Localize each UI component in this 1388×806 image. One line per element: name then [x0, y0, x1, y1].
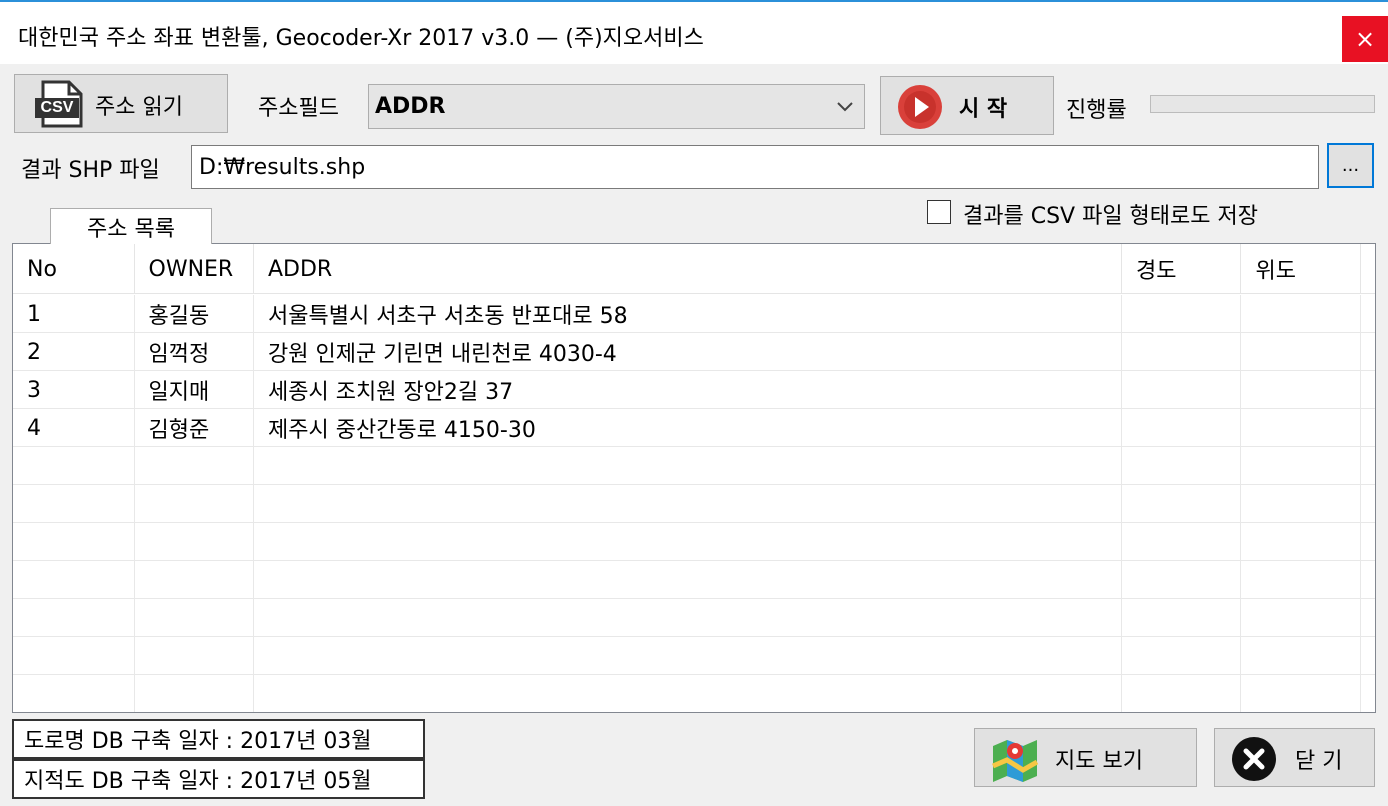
empty-row: [13, 599, 1375, 637]
empty-row: [13, 523, 1375, 561]
play-icon: [897, 84, 943, 136]
map-icon: [991, 736, 1039, 790]
close-button[interactable]: 닫 기: [1214, 728, 1375, 787]
ellipsis-icon: ...: [1341, 155, 1360, 176]
output-path-input[interactable]: D:₩results.shp: [191, 145, 1319, 189]
save-csv-checkbox[interactable]: [927, 200, 951, 224]
tab-address-list-label: 주소 목록: [87, 216, 175, 242]
address-table[interactable]: No OWNER ADDR 경도 위도 1 홍길동 서울특별시 서초구 서초동 …: [12, 243, 1376, 713]
address-field-select[interactable]: ADDR: [368, 84, 865, 129]
map-view-label: 지도 보기: [1055, 749, 1143, 774]
empty-row: [13, 447, 1375, 485]
cadastral-db-date-text: 지적도 DB 구축 일자 : 2017년 05월: [24, 769, 372, 794]
cell-latitude: [1241, 371, 1361, 409]
empty-row: [13, 675, 1375, 712]
cell-longitude: [1122, 409, 1242, 447]
cell-no: 3: [13, 371, 135, 409]
cell-no: 4: [13, 409, 135, 447]
browse-button[interactable]: ...: [1327, 143, 1374, 188]
cell-no: 2: [13, 333, 135, 371]
window-title: 대한민국 주소 좌표 변환툴, Geocoder-Xr 2017 v3.0 — …: [18, 26, 704, 51]
read-address-label: 주소 읽기: [95, 95, 183, 120]
empty-row: [13, 637, 1375, 675]
cell-addr: 서울특별시 서초구 서초동 반포대로 58: [254, 295, 1122, 333]
cell-no: 1: [13, 295, 135, 333]
empty-row: [13, 485, 1375, 523]
table-row[interactable]: 3 일지매 세종시 조치원 장안2길 37: [13, 371, 1375, 409]
column-header-filler: [1361, 244, 1375, 294]
chevron-down-icon: [834, 93, 856, 125]
tab-address-list[interactable]: 주소 목록: [50, 208, 212, 244]
title-bar: 대한민국 주소 좌표 변환툴, Geocoder-Xr 2017 v3.0 — …: [0, 0, 1388, 64]
column-header-addr[interactable]: ADDR: [254, 244, 1122, 294]
csv-icon-label: CSV: [40, 99, 74, 116]
progress-label: 진행률: [1066, 98, 1127, 123]
table-header: No OWNER ADDR 경도 위도: [13, 244, 1375, 294]
cell-latitude: [1241, 409, 1361, 447]
column-header-owner[interactable]: OWNER: [135, 244, 254, 294]
read-address-button[interactable]: CSV 주소 읽기: [14, 74, 228, 133]
window-close-button[interactable]: ×: [1342, 16, 1388, 62]
close-label: 닫 기: [1295, 749, 1343, 774]
cell-filler: [1361, 371, 1375, 409]
cell-longitude: [1122, 371, 1242, 409]
start-label: 시 작: [959, 97, 1008, 122]
cell-owner: 임꺽정: [135, 333, 254, 371]
empty-row: [13, 561, 1375, 599]
cell-latitude: [1241, 295, 1361, 333]
table-row[interactable]: 4 김형준 제주시 중산간동로 4150-30: [13, 409, 1375, 447]
output-file-label: 결과 SHP 파일: [21, 158, 160, 183]
progress-bar: [1150, 95, 1375, 113]
cell-addr: 제주시 중산간동로 4150-30: [254, 409, 1122, 447]
cell-addr: 세종시 조치원 장안2길 37: [254, 371, 1122, 409]
output-path-value: D:₩results.shp: [199, 154, 366, 180]
cell-filler: [1361, 333, 1375, 371]
csv-file-icon: CSV: [33, 80, 87, 134]
column-header-no[interactable]: No: [13, 244, 135, 294]
cell-filler: [1361, 295, 1375, 333]
cell-longitude: [1122, 333, 1242, 371]
close-icon: ×: [1354, 25, 1376, 53]
road-db-date-text: 도로명 DB 구축 일자 : 2017년 03월: [24, 729, 372, 754]
cell-filler: [1361, 409, 1375, 447]
column-header-latitude[interactable]: 위도: [1241, 244, 1361, 294]
cell-owner: 일지매: [135, 371, 254, 409]
address-field-label: 주소필드: [258, 96, 339, 121]
map-view-button[interactable]: 지도 보기: [974, 728, 1197, 787]
column-header-longitude[interactable]: 경도: [1122, 244, 1242, 294]
address-field-value: ADDR: [375, 94, 446, 119]
cell-latitude: [1241, 333, 1361, 371]
save-csv-label[interactable]: 결과를 CSV 파일 형태로도 저장: [963, 198, 1258, 230]
cell-addr: 강원 인제군 기린면 내린천로 4030-4: [254, 333, 1122, 371]
cadastral-db-date: 지적도 DB 구축 일자 : 2017년 05월: [12, 759, 425, 799]
cell-owner: 홍길동: [135, 295, 254, 333]
close-circle-icon: [1231, 736, 1277, 788]
cell-longitude: [1122, 295, 1242, 333]
table-row[interactable]: 2 임꺽정 강원 인제군 기린면 내린천로 4030-4: [13, 333, 1375, 371]
cell-owner: 김형준: [135, 409, 254, 447]
table-row[interactable]: 1 홍길동 서울특별시 서초구 서초동 반포대로 58: [13, 295, 1375, 333]
road-db-date: 도로명 DB 구축 일자 : 2017년 03월: [12, 719, 425, 759]
start-button[interactable]: 시 작: [880, 76, 1054, 135]
